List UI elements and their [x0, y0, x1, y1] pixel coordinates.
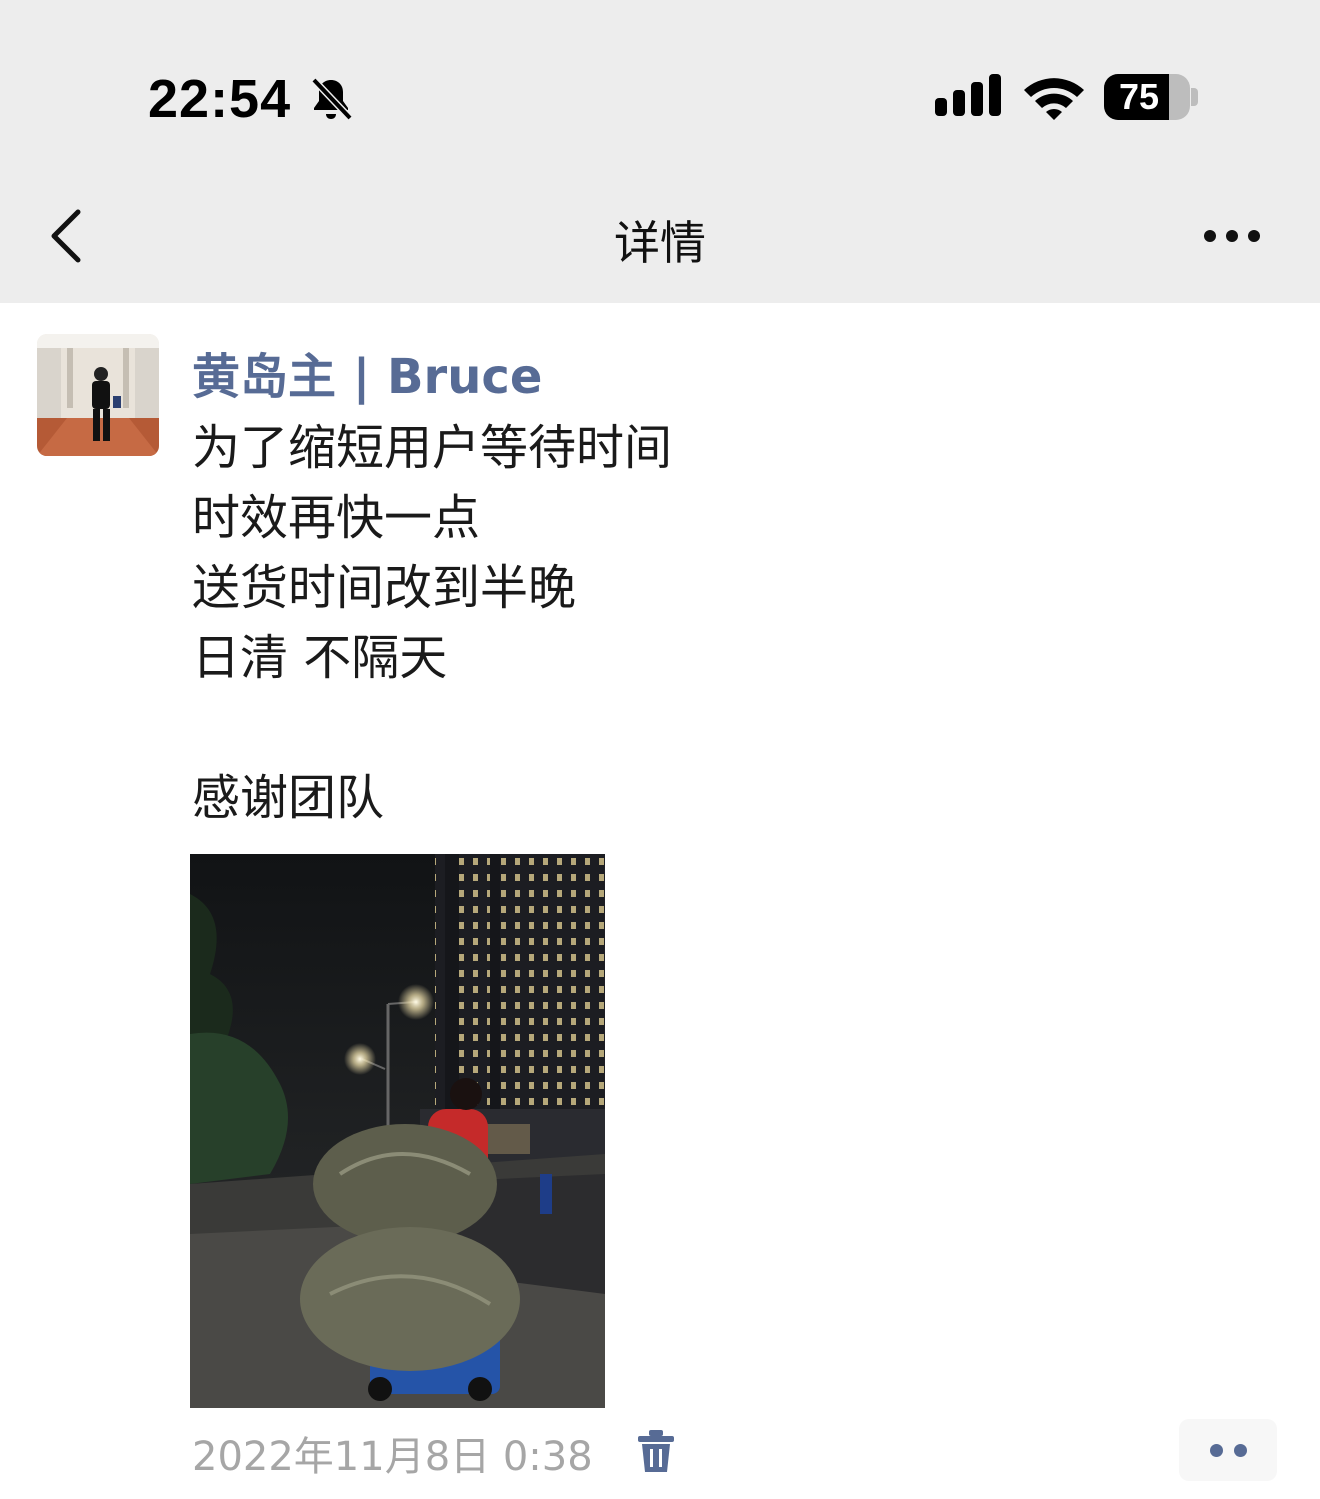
wifi-icon: [1024, 78, 1084, 120]
battery-tip: [1191, 88, 1198, 106]
post-timestamp: 2022年11月8日 0:38: [192, 1434, 593, 1480]
comment-like-button[interactable]: [1179, 1419, 1277, 1481]
battery-percent: 75: [1118, 76, 1160, 117]
dot: [1234, 1444, 1247, 1457]
more-options-button[interactable]: [1196, 216, 1268, 256]
trash-icon[interactable]: [636, 1428, 676, 1474]
battery-icon: 75: [1104, 74, 1190, 120]
top-bar: 22:54 75 详情: [0, 0, 1320, 303]
post-text: 为了缩短用户等待时间 时效再快一点 送货时间改到半晚 日清 不隔天 感谢团队: [192, 416, 672, 836]
post-line: 日清 不隔天: [192, 630, 448, 686]
status-time: 22:54: [148, 69, 292, 129]
post-line: 感谢团队: [192, 770, 385, 826]
post-photo[interactable]: [190, 854, 605, 1408]
avatar[interactable]: [37, 334, 159, 456]
author-name[interactable]: 黄岛主 | Bruce: [192, 337, 542, 407]
page-title: 详情: [614, 216, 706, 270]
post-line: 送货时间改到半晚: [192, 560, 577, 616]
cellular-signal-icon: [935, 74, 1001, 116]
post-line: 为了缩短用户等待时间: [192, 420, 673, 476]
bell-muted-icon: [311, 77, 353, 121]
post-line: 时效再快一点: [192, 490, 481, 546]
dot: [1210, 1444, 1223, 1457]
